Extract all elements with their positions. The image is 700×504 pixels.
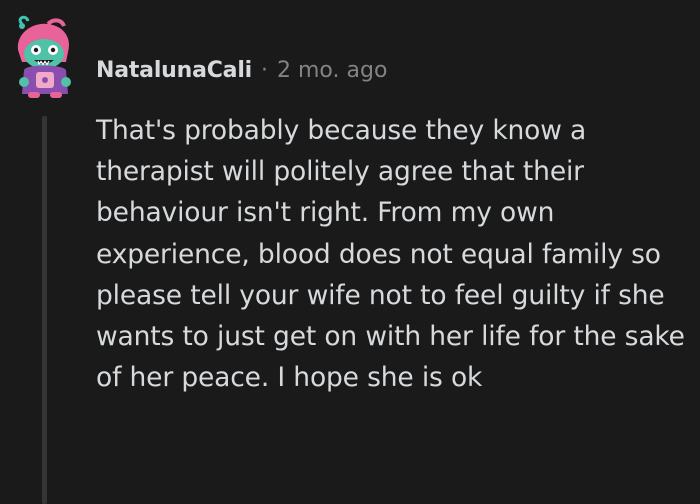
comment-meta: NatalunaCali · 2 mo. ago: [96, 52, 387, 88]
timestamp[interactable]: 2 mo. ago: [277, 58, 387, 83]
comment-body: That's probably because they know a ther…: [96, 110, 686, 398]
comment: NatalunaCali · 2 mo. ago That's probably…: [0, 0, 700, 504]
meta-separator: ·: [261, 57, 269, 83]
comment-text: That's probably because they know a ther…: [96, 115, 685, 394]
thread-line[interactable]: [42, 116, 47, 504]
username-link[interactable]: NatalunaCali: [96, 58, 252, 83]
avatar-icon[interactable]: [8, 14, 80, 100]
